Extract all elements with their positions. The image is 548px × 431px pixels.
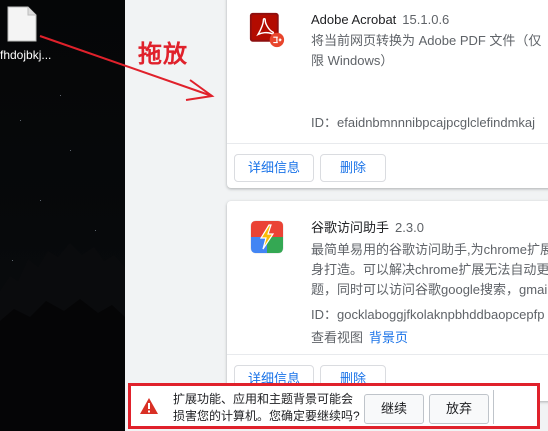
extension-title: 谷歌访问助手 2.3.0 xyxy=(311,217,548,236)
install-warning-text: 扩展功能、应用和主题背景可能会损害您的计算机。您确定要继续吗? xyxy=(173,392,360,423)
desktop: fhdojbkj... xyxy=(0,0,125,431)
extension-id-label: ID： xyxy=(311,307,338,322)
google-helper-icon xyxy=(250,220,284,254)
extension-id-value: efaidnbmnnnibpcajpcglclefindmkaj xyxy=(337,115,536,130)
extension-id-value: gocklaboggjfkolaknpbhddbaopcepfp xyxy=(337,307,545,322)
discard-button[interactable]: 放弃 xyxy=(429,394,489,424)
extension-version: 15.1.0.6 xyxy=(402,12,450,27)
file-icon[interactable] xyxy=(7,6,37,42)
extension-description: 将当前网页转换为 Adobe PDF 文件（仅限 Windows） xyxy=(311,33,542,68)
extension-title: Adobe Acrobat 15.1.0.6 xyxy=(311,12,548,27)
background-page-link[interactable]: 背景页 xyxy=(369,330,408,345)
extension-name: 谷歌访问助手 xyxy=(311,220,390,235)
extension-card-adobe-acrobat: Adobe Acrobat 15.1.0.6 将当前网页转换为 Adobe PDF… xyxy=(227,0,548,188)
description-line: 最简单易用的谷歌访问助手,为chrome扩展用 xyxy=(311,242,548,257)
divider xyxy=(493,390,494,424)
extension-description: 最简单易用的谷歌访问助手,为chrome扩展用 身打造。可以解决chrome扩展… xyxy=(311,240,548,300)
install-warning-bar: 扩展功能、应用和主题背景可能会损害您的计算机。您确定要继续吗? 继续 放弃 xyxy=(128,383,540,429)
extension-id-label: ID： xyxy=(311,115,338,130)
file-name-label[interactable]: fhdojbkj... xyxy=(0,48,60,62)
details-button[interactable]: 详细信息 xyxy=(234,154,314,182)
adobe-acrobat-icon xyxy=(249,12,285,48)
drag-annotation-label: 拖放 xyxy=(138,41,188,68)
extension-version: 2.3.0 xyxy=(395,220,424,235)
inspect-views-label: 查看视图 xyxy=(311,330,364,345)
extension-name: Adobe Acrobat xyxy=(311,12,397,27)
card-footer: 详细信息 删除 xyxy=(227,143,548,188)
description-line: 题，同时可以访问谷歌google搜索，gmail邮 xyxy=(311,282,548,297)
description-line: 身打造。可以解决chrome扩展无法自动更新 xyxy=(311,262,548,277)
extension-card-google-helper: 谷歌访问助手 2.3.0 最简单易用的谷歌访问助手,为chrome扩展用 身打造。… xyxy=(227,201,548,401)
extensions-page: Adobe Acrobat 15.1.0.6 将当前网页转换为 Adobe PDF… xyxy=(125,0,548,431)
remove-button[interactable]: 删除 xyxy=(320,154,386,182)
extension-id: ID：gocklaboggjfkolaknpbhddbaopcepfp xyxy=(311,304,548,323)
inspect-views-row: 查看视图 背景页 xyxy=(311,327,548,346)
continue-button[interactable]: 继续 xyxy=(364,394,424,424)
warning-icon xyxy=(140,398,158,414)
mountain-silhouette xyxy=(0,243,125,431)
extension-id: ID：efaidnbmnnnibpcajpcglclefindmkaj xyxy=(311,112,535,131)
